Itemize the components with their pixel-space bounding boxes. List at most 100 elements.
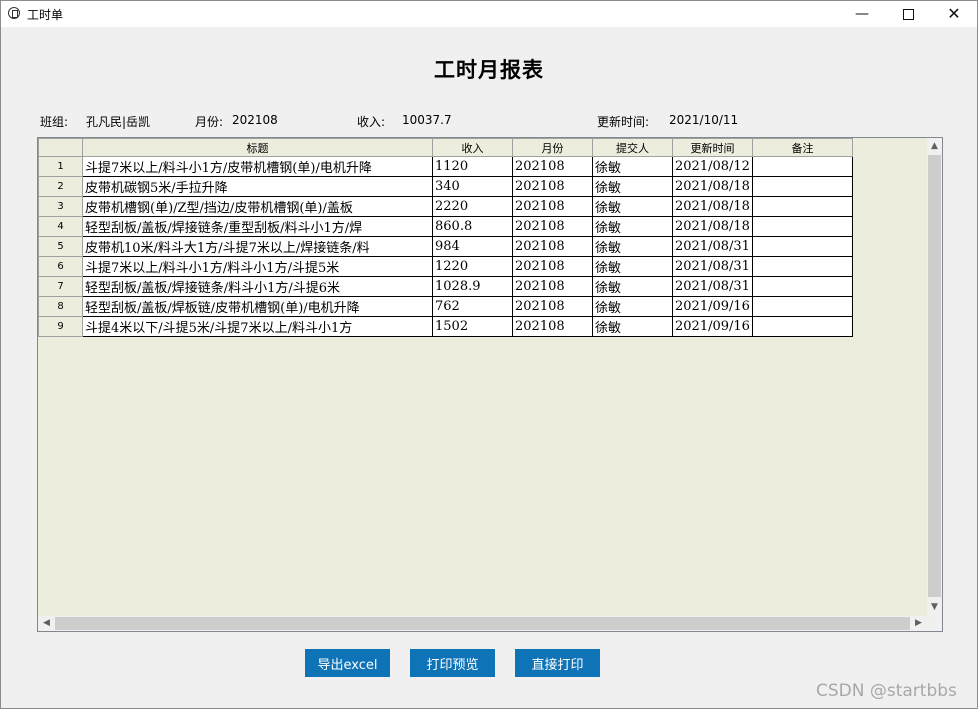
cell-month[interactable]: 202108 [512,296,593,317]
cell-income[interactable]: 762 [432,296,513,317]
cell-income[interactable]: 1220 [432,256,513,277]
app-icon [8,7,20,19]
cell-submitter[interactable]: 徐敏 [592,216,673,237]
export-excel-button[interactable]: 导出excel [305,649,390,677]
cell-income[interactable]: 2220 [432,196,513,217]
cell-month[interactable]: 202108 [512,276,593,297]
table-row[interactable]: 4 轻型刮板/盖板/焊接链条/重型刮板/料斗小1方/焊 860.8 202108 徐敏 2… [38,216,853,237]
cell-title[interactable]: 斗提7米以上/料斗小1方/皮带机槽钢(单)/电机升降 [82,156,433,177]
watermark: CSDN @startbbs [816,681,957,701]
col-header-updated[interactable]: 更新时间 [672,138,753,157]
cell-month[interactable]: 202108 [512,316,593,337]
row-number[interactable]: 1 [38,156,83,177]
cell-submitter[interactable]: 徐敏 [592,156,673,177]
cell-updated[interactable]: 2021/08/18 [672,176,753,197]
cell-title[interactable]: 皮带机10米/料斗大1方/斗提7米以上/焊接链条/料 [82,236,433,257]
cell-submitter[interactable]: 徐敏 [592,176,673,197]
cell-title[interactable]: 斗提7米以上/料斗小1方/料斗小1方/斗提5米 [82,256,433,277]
row-number[interactable]: 3 [38,196,83,217]
cell-submitter[interactable]: 徐敏 [592,256,673,277]
row-number[interactable]: 6 [38,256,83,277]
data-grid[interactable]: 标题 收入 月份 提交人 更新时间 备注 1 斗提7米以上/料斗小1方/皮带机槽钢… [37,137,943,632]
close-button[interactable]: ✕ [931,1,977,27]
table-row[interactable]: 3 皮带机槽钢(单)/Z型/挡边/皮带机槽钢(单)/盖板 2220 202108 徐敏 2… [38,196,853,217]
direct-print-button[interactable]: 直接打印 [515,649,600,677]
row-number[interactable]: 7 [38,276,83,297]
cell-updated[interactable]: 2021/08/18 [672,196,753,217]
cell-title[interactable]: 皮带机碳钢5米/手拉升降 [82,176,433,197]
report-title: 工时月报表 [434,58,544,82]
table-row[interactable]: 8 轻型刮板/盖板/焊板链/皮带机槽钢(单)/电机升降 762 202108 徐敏 202… [38,296,853,317]
cell-note[interactable] [752,236,853,257]
horizontal-scroll-thumb[interactable] [55,617,910,630]
table-row[interactable]: 1 斗提7米以上/料斗小1方/皮带机槽钢(单)/电机升降 1120 202108 徐敏 2… [38,156,853,177]
row-number[interactable]: 2 [38,176,83,197]
cell-title[interactable]: 皮带机槽钢(单)/Z型/挡边/皮带机槽钢(单)/盖板 [82,196,433,217]
cell-updated[interactable]: 2021/08/31 [672,256,753,277]
maximize-button[interactable] [885,1,931,27]
cell-updated[interactable]: 2021/08/31 [672,276,753,297]
vertical-scrollbar[interactable]: ▲ ▼ [927,138,942,616]
cell-month[interactable]: 202108 [512,156,593,177]
vertical-scroll-thumb[interactable] [928,155,941,597]
cell-title[interactable]: 斗提4米以下/斗提5米/斗提7米以上/料斗小1方 [82,316,433,337]
cell-updated[interactable]: 2021/09/16 [672,316,753,337]
table-row[interactable]: 6 斗提7米以上/料斗小1方/料斗小1方/斗提5米 1220 202108 徐敏 2021… [38,256,853,277]
cell-updated[interactable]: 2021/09/16 [672,296,753,317]
table-row[interactable]: 9 斗提4米以下/斗提5米/斗提7米以上/料斗小1方 1502 202108 徐敏 202… [38,316,853,337]
cell-title[interactable]: 轻型刮板/盖板/焊接链条/重型刮板/料斗小1方/焊 [82,216,433,237]
cell-updated[interactable]: 2021/08/31 [672,236,753,257]
cell-income[interactable]: 340 [432,176,513,197]
table-row[interactable]: 2 皮带机碳钢5米/手拉升降 340 202108 徐敏 2021/08/18 [38,176,853,197]
team-label: 班组: [40,115,69,129]
scroll-right-icon[interactable]: ▶ [911,616,926,631]
horizontal-scrollbar[interactable]: ◀ ▶ [38,616,927,631]
cell-income[interactable]: 1120 [432,156,513,177]
title-bar[interactable]: 工时单 — ✕ [1,1,977,27]
cell-submitter[interactable]: 徐敏 [592,236,673,257]
col-header-title[interactable]: 标题 [82,138,433,157]
col-header-submitter[interactable]: 提交人 [592,138,673,157]
cell-submitter[interactable]: 徐敏 [592,296,673,317]
scroll-down-icon[interactable]: ▼ [927,600,942,615]
cell-updated[interactable]: 2021/08/12 [672,156,753,177]
cell-note[interactable] [752,276,853,297]
cell-month[interactable]: 202108 [512,256,593,277]
cell-month[interactable]: 202108 [512,176,593,197]
cell-note[interactable] [752,156,853,177]
cell-income[interactable]: 1028.9 [432,276,513,297]
cell-note[interactable] [752,296,853,317]
cell-month[interactable]: 202108 [512,196,593,217]
minimize-button[interactable]: — [839,1,885,27]
row-number[interactable]: 4 [38,216,83,237]
cell-month[interactable]: 202108 [512,216,593,237]
cell-submitter[interactable]: 徐敏 [592,196,673,217]
cell-updated[interactable]: 2021/08/18 [672,216,753,237]
cell-note[interactable] [752,196,853,217]
cell-note[interactable] [752,216,853,237]
scroll-left-icon[interactable]: ◀ [39,616,54,631]
cell-submitter[interactable]: 徐敏 [592,316,673,337]
cell-income[interactable]: 1502 [432,316,513,337]
col-header-month[interactable]: 月份 [512,138,593,157]
grid-header-row: 标题 收入 月份 提交人 更新时间 备注 [38,138,853,157]
cell-note[interactable] [752,316,853,337]
cell-income[interactable]: 984 [432,236,513,257]
table-row[interactable]: 5 皮带机10米/料斗大1方/斗提7米以上/焊接链条/料 984 202108 徐敏 20… [38,236,853,257]
scroll-up-icon[interactable]: ▲ [927,139,942,154]
row-header-corner[interactable] [38,138,83,157]
print-preview-button[interactable]: 打印预览 [410,649,495,677]
row-number[interactable]: 8 [38,296,83,317]
cell-income[interactable]: 860.8 [432,216,513,237]
cell-note[interactable] [752,256,853,277]
table-row[interactable]: 7 轻型刮板/盖板/焊接链条/料斗小1方/斗提6米 1028.9 202108 徐敏 20… [38,276,853,297]
cell-title[interactable]: 轻型刮板/盖板/焊板链/皮带机槽钢(单)/电机升降 [82,296,433,317]
cell-note[interactable] [752,176,853,197]
row-number[interactable]: 5 [38,236,83,257]
col-header-income[interactable]: 收入 [432,138,513,157]
cell-month[interactable]: 202108 [512,236,593,257]
row-number[interactable]: 9 [38,316,83,337]
cell-submitter[interactable]: 徐敏 [592,276,673,297]
cell-title[interactable]: 轻型刮板/盖板/焊接链条/料斗小1方/斗提6米 [82,276,433,297]
col-header-note[interactable]: 备注 [752,138,853,157]
